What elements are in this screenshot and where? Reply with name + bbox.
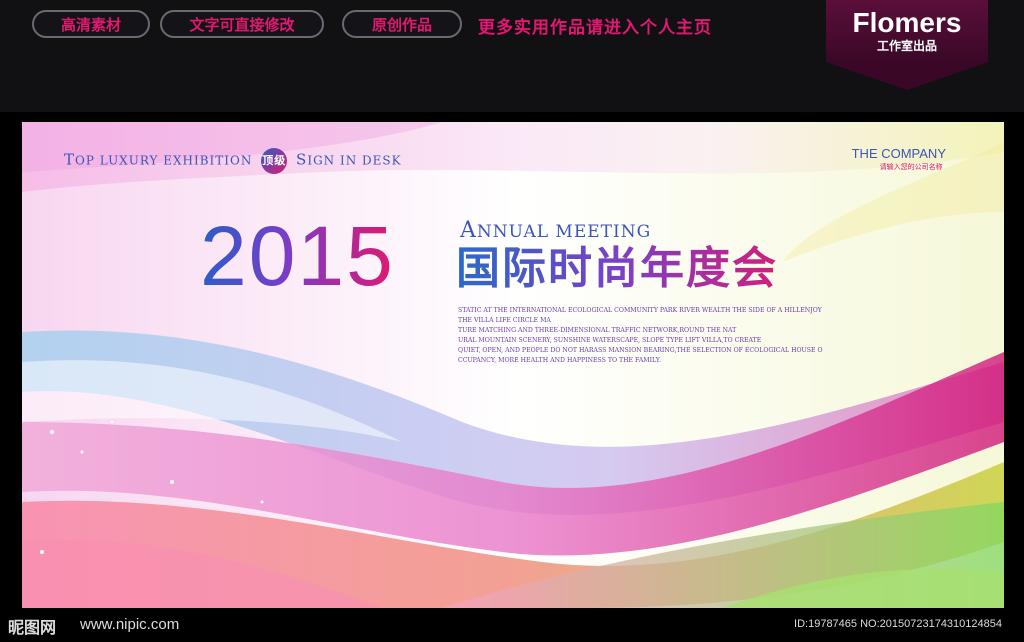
- description-line: THE VILLA LIFE CIRCLE MA: [458, 317, 551, 324]
- top-bar: 高清素材 文字可直接修改 原创作品 更多实用作品请进入个人主页 Flomers …: [0, 0, 1024, 112]
- description-line: CCUPANCY, MORE HEALTH AND HAPPINESS TO T…: [458, 357, 661, 364]
- brand-arrow: [826, 62, 988, 90]
- pill-original-work: 原创作品: [342, 10, 462, 38]
- pill-editable-text: 文字可直接修改: [160, 10, 324, 38]
- year-title: 2015: [200, 209, 395, 303]
- brand-sub: 工作室出品: [876, 39, 937, 53]
- watermark-logo: 昵图网: [8, 618, 57, 637]
- description-line: STATIC AT THE INTERNATIONAL ECOLOGICAL C…: [458, 307, 822, 314]
- banner: TOP LUXURY EXHIBITION 顶级 SIGN IN DESK TH…: [22, 122, 1004, 608]
- brand-logo: Flomers 工作室出品: [826, 0, 988, 62]
- company-block: THE COMPANY 请输入您的公司名称: [852, 146, 946, 172]
- description-line: TURE MATCHING AND THREE-DIMENSIONAL TRAF…: [458, 327, 737, 334]
- company-name: THE COMPANY: [851, 146, 946, 161]
- tagline: TOP LUXURY EXHIBITION 顶级 SIGN IN DESK: [64, 148, 402, 174]
- description-line: URAL MOUNTAIN SCENERY, SUNSHINE WATERSCA…: [458, 337, 762, 344]
- brand-name: Flomers: [852, 7, 962, 38]
- description-line: QUIET, OPEN, AND PEOPLE DO NOT HARASS MA…: [458, 347, 823, 354]
- footer-watermark: 昵图网 www.nipic.com ID:19787465 NO:2015072…: [0, 608, 1024, 642]
- watermark-id: ID:19787465 NO:20150723174310124854: [794, 618, 1002, 630]
- company-sub: 请输入您的公司名称: [879, 164, 943, 171]
- watermark-url[interactable]: www.nipic.com: [80, 616, 179, 633]
- top-badge-icon: 顶级: [261, 148, 288, 174]
- annual-meeting-title: ANNUAL MEETING: [460, 218, 652, 243]
- main-title: 国际时尚年度会: [456, 243, 778, 294]
- promo-text[interactable]: 更多实用作品请进入个人主页: [478, 13, 712, 38]
- pill-hd-material: 高清素材: [32, 10, 150, 38]
- description: STATIC AT THE INTERNATIONAL ECOLOGICAL C…: [458, 306, 848, 366]
